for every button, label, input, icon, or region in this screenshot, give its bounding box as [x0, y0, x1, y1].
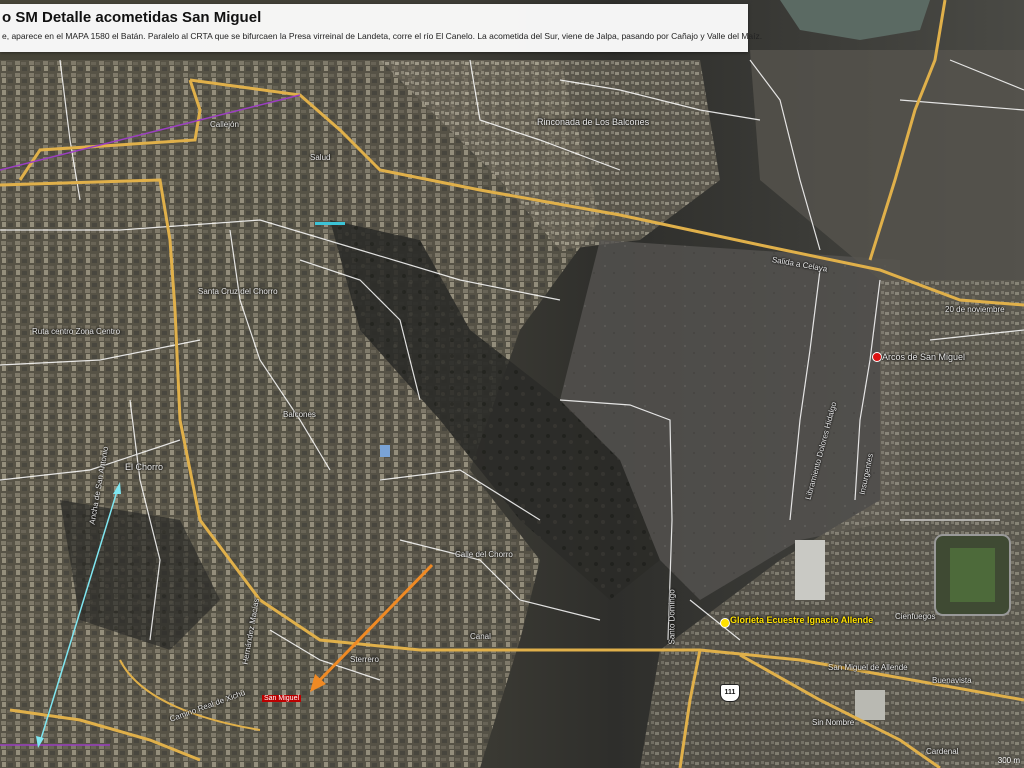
- road-label-santa-cruz: Santa Cruz del Chorro: [198, 287, 278, 296]
- banner-description: e, aparece en el MAPA 1580 el Batán. Par…: [2, 31, 763, 41]
- road-label-calle-chorro: Calle del Chorro: [455, 550, 513, 559]
- place-label-arcos[interactable]: Arcos de San Miguel: [882, 352, 965, 362]
- place-label-sin-nombre[interactable]: Sin Nombre: [812, 718, 854, 727]
- info-banner: o SM Detalle acometidas San Miguel e, ap…: [0, 4, 762, 52]
- place-label-glorieta[interactable]: Glorieta Ecuestre Ignacio Allende: [730, 615, 873, 625]
- building-sur: [855, 690, 885, 720]
- highway-shield-icon: 111: [720, 684, 740, 702]
- place-label-chorro[interactable]: El Chorro: [125, 462, 163, 472]
- place-label-zona-centro[interactable]: Ruta centro Zona Centro: [32, 327, 120, 336]
- red-marker-label[interactable]: San Miguel: [262, 695, 302, 702]
- cyan-marker: [315, 222, 345, 225]
- road-label-noviembre: 20 de noviembre: [945, 305, 1005, 314]
- road-label-buenavista: Buenavista: [932, 676, 972, 685]
- building-industrial: [795, 540, 825, 600]
- road-label-san-miguel-allende: San Miguel de Allende: [828, 663, 908, 672]
- blue-building: [380, 445, 390, 457]
- road-label-cardenal: Cardenal: [926, 747, 959, 756]
- road-label-callejon: Callejón: [210, 120, 239, 129]
- road-label-balcones: Balcones: [283, 410, 316, 419]
- road-label-canal: Canal: [470, 632, 491, 641]
- placemark-icon[interactable]: [872, 352, 882, 362]
- stadium-field: [950, 548, 995, 602]
- satellite-map[interactable]: [0, 0, 1024, 768]
- glorieta-marker-icon[interactable]: [720, 618, 730, 628]
- road-label-santo-domingo: Santo Domingo: [667, 589, 677, 645]
- road-label-cienfuegos: Cienfuegos: [895, 612, 936, 621]
- banner-title: o SM Detalle acometidas San Miguel: [2, 9, 262, 26]
- place-label-rinconada[interactable]: Rinconada de Los Balcones: [537, 117, 649, 127]
- road-label-salud: Salud: [310, 153, 331, 162]
- scale-label: 300 m: [997, 756, 1020, 765]
- road-label-sterrero: Sterrero: [350, 655, 379, 664]
